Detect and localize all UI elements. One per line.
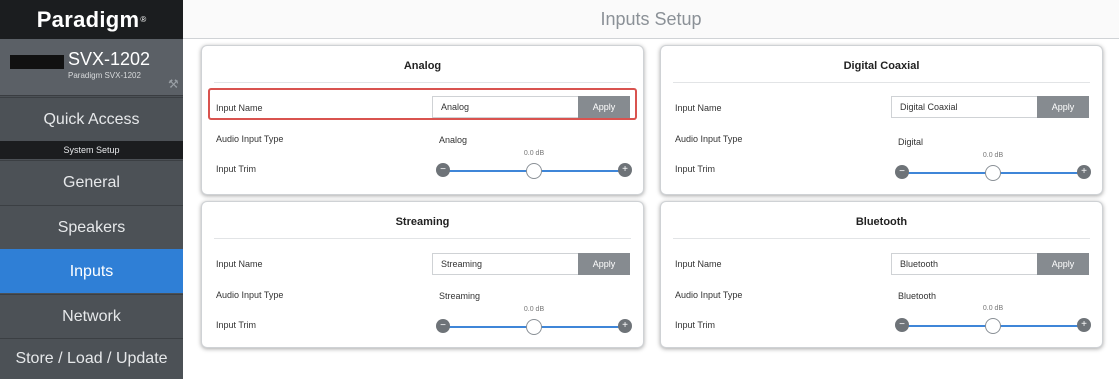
- streaming-card: Streaming Input Name Apply Audio Input T…: [201, 201, 644, 348]
- trim-value: 0.0 dB: [523, 150, 545, 157]
- wrench-icon[interactable]: ⚒: [168, 77, 179, 91]
- audio-input-type-label: Audio Input Type: [675, 290, 743, 300]
- apply-button[interactable]: Apply: [1037, 96, 1089, 118]
- input-trim-slider[interactable]: 0.0 dB − +: [436, 306, 632, 336]
- divider: [214, 238, 631, 239]
- input-trim-slider[interactable]: 0.0 dB − +: [895, 305, 1091, 335]
- card-title: Streaming: [395, 216, 450, 228]
- input-trim-slider[interactable]: 0.0 dB − +: [895, 152, 1091, 182]
- plus-icon[interactable]: +: [1077, 318, 1091, 332]
- sidebar-item-inputs[interactable]: Inputs: [0, 249, 183, 293]
- sidebar-item-network[interactable]: Network: [0, 294, 183, 338]
- logo-text: Paradigm: [36, 6, 140, 32]
- divider: [673, 238, 1090, 239]
- minus-icon[interactable]: −: [895, 165, 909, 179]
- sidebar-item-quick-access[interactable]: Quick Access: [0, 97, 183, 141]
- sidebar-item-general[interactable]: General: [0, 160, 183, 204]
- analog-card: Analog Input Name Apply Audio Input Type…: [201, 45, 644, 195]
- redacted-label: [10, 55, 64, 69]
- sidebar-item-store-load-update[interactable]: Store / Load / Update: [0, 338, 183, 379]
- input-name-label: Input Name: [675, 103, 722, 113]
- trim-value: 0.0 dB: [982, 305, 1004, 312]
- card-title: Bluetooth: [855, 216, 908, 228]
- main-content: Inputs Setup Analog Input Name Apply Aud…: [183, 0, 1119, 379]
- plus-icon[interactable]: +: [618, 319, 632, 333]
- device-name: SVX-1202: [68, 49, 151, 69]
- sidebar: Paradigm ® SVX-1202 Paradigm SVX-1202 ⚒ Q…: [0, 0, 183, 379]
- digital-coaxial-card: Digital Coaxial Input Name Apply Audio I…: [660, 45, 1103, 195]
- audio-input-type-label: Audio Input Type: [216, 290, 284, 300]
- slider-knob[interactable]: [526, 319, 542, 335]
- slider-knob[interactable]: [985, 165, 1001, 181]
- sidebar-item-speakers[interactable]: Speakers: [0, 205, 183, 249]
- card-title: Digital Coaxial: [843, 60, 920, 72]
- input-trim-label: Input Trim: [675, 320, 716, 330]
- input-trim-slider[interactable]: 0.0 dB − +: [436, 150, 632, 180]
- slider-knob[interactable]: [985, 318, 1001, 334]
- input-trim-label: Input Trim: [216, 164, 257, 174]
- plus-icon[interactable]: +: [618, 163, 632, 177]
- input-name-label: Input Name: [216, 259, 263, 269]
- device-info[interactable]: SVX-1202 Paradigm SVX-1202 ⚒: [0, 39, 183, 96]
- registered-mark: ®: [140, 15, 147, 24]
- audio-input-type-value: Digital: [898, 137, 924, 147]
- input-name-field[interactable]: [891, 253, 1037, 275]
- input-name-field[interactable]: [432, 96, 578, 118]
- slider-knob[interactable]: [526, 163, 542, 179]
- bluetooth-card: Bluetooth Input Name Apply Audio Input T…: [660, 201, 1103, 348]
- page-title: Inputs Setup: [183, 0, 1119, 39]
- audio-input-type-value: Streaming: [439, 291, 481, 301]
- input-name-field[interactable]: [891, 96, 1037, 118]
- input-trim-label: Input Trim: [216, 320, 257, 330]
- audio-input-type-label: Audio Input Type: [216, 134, 284, 144]
- apply-button[interactable]: Apply: [578, 253, 630, 275]
- audio-input-type-value: Analog: [439, 135, 468, 145]
- input-trim-label: Input Trim: [675, 164, 716, 174]
- device-model: Paradigm SVX-1202: [68, 71, 141, 80]
- input-name-label: Input Name: [216, 103, 263, 113]
- divider: [214, 82, 631, 83]
- audio-input-type-value: Bluetooth: [898, 291, 937, 301]
- paradigm-logo: Paradigm ®: [0, 0, 183, 39]
- minus-icon[interactable]: −: [895, 318, 909, 332]
- input-name-field[interactable]: [432, 253, 578, 275]
- card-title: Analog: [403, 60, 442, 72]
- minus-icon[interactable]: −: [436, 163, 450, 177]
- apply-button[interactable]: Apply: [1037, 253, 1089, 275]
- minus-icon[interactable]: −: [436, 319, 450, 333]
- trim-value: 0.0 dB: [523, 306, 545, 313]
- input-name-label: Input Name: [675, 259, 722, 269]
- audio-input-type-label: Audio Input Type: [675, 134, 743, 144]
- divider: [673, 82, 1090, 83]
- plus-icon[interactable]: +: [1077, 165, 1091, 179]
- section-header-system-setup: System Setup: [0, 141, 183, 159]
- trim-value: 0.0 dB: [982, 152, 1004, 159]
- apply-button[interactable]: Apply: [578, 96, 630, 118]
